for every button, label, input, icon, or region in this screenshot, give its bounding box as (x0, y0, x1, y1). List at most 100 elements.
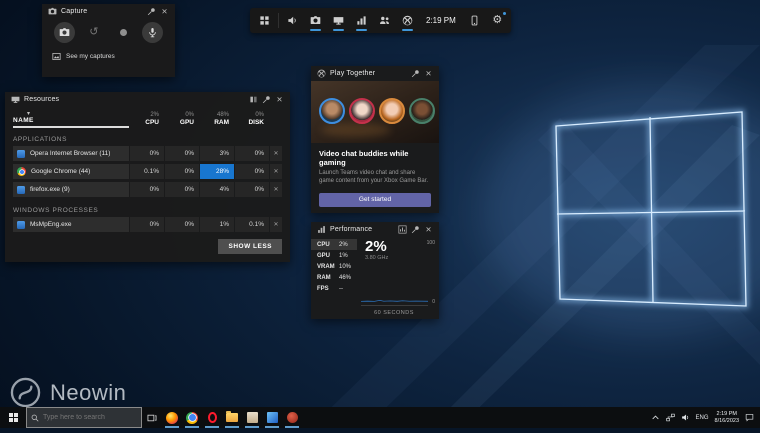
table-row: MsMpEng.exe 0% 0% 1% 0.1% ✕ (13, 217, 282, 232)
play-together-header: Play Together ✕ (311, 66, 439, 81)
search-input[interactable] (43, 414, 137, 421)
audio-button[interactable] (281, 8, 304, 33)
close-icon[interactable]: ✕ (160, 7, 169, 16)
table-row: Opera Internet Browser (11) 0% 0% 3% 0% … (13, 146, 282, 161)
clock[interactable]: 2:19 PM 8/16/2023 (715, 411, 739, 425)
see-my-captures-link[interactable]: See my captures (42, 43, 175, 61)
bar-chart-icon (356, 15, 367, 26)
close-icon[interactable]: ✕ (424, 225, 433, 234)
pin-icon[interactable] (147, 7, 156, 16)
performance-button[interactable] (350, 8, 373, 33)
game-bar-toolbar: 2:19 PM ⚙ (250, 8, 511, 33)
process-name: firefox.exe (9) (30, 186, 70, 193)
promo-heading: Video chat buddies while gaming (319, 149, 409, 167)
task-view-icon (147, 413, 157, 423)
settings-button[interactable]: ⚙ (486, 8, 509, 33)
end-process-button[interactable]: ✕ (270, 217, 282, 232)
volume-icon[interactable] (681, 413, 690, 422)
columns-icon[interactable] (249, 95, 258, 104)
metric-label: RAM (317, 274, 331, 281)
start-button[interactable] (0, 407, 26, 428)
looking-for-group-button[interactable] (373, 8, 396, 33)
avatar (319, 98, 345, 124)
widget-menu-button[interactable] (253, 8, 276, 33)
mobile-link-button[interactable] (463, 8, 486, 33)
metric-menu: CPU 2% GPU 1% VRAM 10% RAM 46% FPS -- (311, 237, 357, 319)
graph-settings-icon[interactable] (398, 225, 407, 234)
metric-value: -- (339, 285, 343, 292)
metric-item-cpu[interactable]: CPU 2% (311, 239, 357, 250)
xbox-social-button[interactable] (396, 8, 419, 33)
process-name-cell[interactable]: Opera Internet Browser (11) (13, 146, 129, 161)
folder-icon (226, 411, 238, 422)
hidden-icons-chevron[interactable] (651, 413, 660, 422)
gallery-icon (52, 52, 61, 61)
x-axis-label: 60 SECONDS (374, 310, 414, 316)
process-name-cell[interactable]: Google Chrome (44) (13, 164, 129, 179)
end-process-button[interactable]: ✕ (270, 146, 282, 161)
record-last-30s-button[interactable]: ↺ (83, 22, 104, 43)
metric-item-ram[interactable]: RAM 46% (311, 272, 357, 283)
windows-processes-section-label: WINDOWS PROCESSES (13, 207, 99, 214)
resources-button[interactable] (327, 8, 350, 33)
table-row: Google Chrome (44) 0.1% 0% 28% 0% ✕ (13, 164, 282, 179)
neowin-logo-icon (10, 377, 41, 408)
end-process-button[interactable]: ✕ (270, 164, 282, 179)
pin-icon[interactable] (411, 225, 420, 234)
taskbar-search-box[interactable] (26, 407, 142, 428)
language-indicator[interactable]: ENG (696, 415, 709, 421)
cpu-column-header[interactable]: 2% CPU (130, 110, 164, 128)
taskbar-app-opera[interactable] (202, 407, 222, 428)
get-started-button[interactable]: Get started (319, 192, 431, 207)
gpu-value-cell: 0% (165, 182, 199, 197)
task-view-button[interactable] (142, 407, 162, 428)
opera-icon (207, 412, 217, 423)
windows-taskbar: ENG 2:19 PM 8/16/2023 (0, 407, 760, 428)
taskbar-app-file-explorer[interactable] (222, 407, 242, 428)
performance-title: Performance (330, 226, 373, 233)
disk-value-cell: 0.1% (235, 217, 269, 232)
start-recording-button[interactable] (113, 22, 134, 43)
y-axis-min: 0 (432, 299, 435, 305)
capture-button[interactable] (304, 8, 327, 33)
network-icon[interactable] (666, 413, 675, 422)
metric-item-vram[interactable]: VRAM 10% (311, 261, 357, 272)
cpu-value-cell: 0% (130, 182, 164, 197)
screenshot-button[interactable] (54, 22, 75, 43)
cpu-value-cell: 0% (130, 146, 164, 161)
metric-label: VRAM (317, 263, 335, 270)
process-name-cell[interactable]: MsMpEng.exe (13, 217, 129, 232)
toolbar-clock: 2:19 PM (426, 16, 456, 25)
mic-toggle-button[interactable] (141, 22, 163, 43)
avatar (409, 98, 435, 124)
toolbar-divider (278, 13, 279, 28)
widget-menu-icon (259, 15, 270, 26)
video-chat-promo-image (311, 81, 439, 143)
close-icon[interactable]: ✕ (275, 95, 284, 104)
ram-column-header[interactable]: 48% RAM (200, 110, 234, 128)
taskbar-app-firefox[interactable] (162, 407, 182, 428)
cpu-frequency: 3.80 GHz (365, 254, 389, 261)
taskbar-app-red[interactable] (282, 407, 302, 428)
metric-item-fps[interactable]: FPS -- (311, 283, 357, 294)
pin-icon[interactable] (411, 69, 420, 78)
process-name-cell[interactable]: firefox.exe (9) (13, 182, 129, 197)
metric-item-gpu[interactable]: GPU 1% (311, 250, 357, 261)
end-process-button[interactable]: ✕ (270, 182, 282, 197)
name-column-header[interactable]: ▾ NAME (13, 110, 129, 128)
action-center-icon[interactable] (745, 413, 754, 422)
tray-time: 2:19 PM (716, 410, 737, 417)
taskbar-app-chrome[interactable] (182, 407, 202, 428)
pin-icon[interactable] (262, 95, 271, 104)
gpu-total: 0% (185, 112, 194, 118)
taskbar-app-photos[interactable] (262, 407, 282, 428)
avatar (379, 98, 405, 124)
cpu-total: 2% (150, 112, 159, 118)
show-less-button[interactable]: SHOW LESS (218, 239, 282, 254)
cpu-value-cell: 0.1% (130, 164, 164, 179)
taskbar-app-window[interactable] (242, 407, 262, 428)
close-icon[interactable]: ✕ (424, 69, 433, 78)
gpu-column-header[interactable]: 0% GPU (165, 110, 199, 128)
people-icon (379, 15, 390, 26)
disk-column-header[interactable]: 0% DISK (235, 110, 269, 128)
